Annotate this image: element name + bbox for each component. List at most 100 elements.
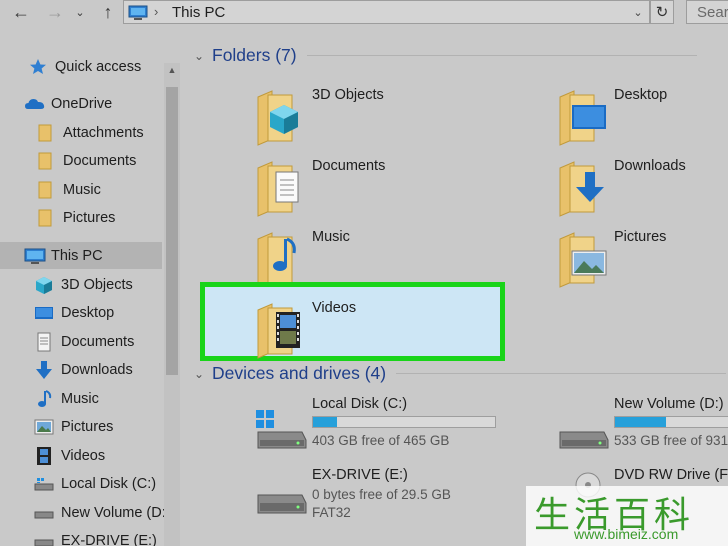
- group-divider: [306, 55, 697, 56]
- nav-label: Documents: [63, 152, 137, 169]
- nav-label: OneDrive: [51, 95, 113, 112]
- folder-music-icon: [256, 229, 308, 289]
- folder-label: Pictures: [614, 229, 667, 245]
- folders-group-header[interactable]: ⌄ Folders (7): [194, 45, 697, 66]
- folder-videos-icon: [256, 300, 308, 360]
- nav-label: Local Disk (C:): [61, 475, 157, 492]
- cloud-icon: [24, 94, 45, 114]
- folder-icon: [36, 208, 56, 228]
- up-button[interactable]: ↑: [95, 1, 121, 23]
- nav-onedrive[interactable]: OneDrive: [0, 90, 162, 117]
- address-field[interactable]: › This PC ⌄: [123, 0, 650, 24]
- nav-documents[interactable]: Documents: [0, 328, 162, 355]
- nav-label: EX-DRIVE (E:): [61, 532, 157, 546]
- folder-label: Downloads: [614, 158, 686, 174]
- videos-highlight-box[interactable]: [200, 282, 505, 361]
- nav-attachments[interactable]: Attachments: [0, 119, 162, 146]
- watermark: 生活百科 www.bimeiz.com: [526, 486, 728, 546]
- drive-usage-fill: [615, 417, 666, 427]
- nav-label: This PC: [51, 247, 103, 264]
- nav-label: Pictures: [61, 418, 114, 435]
- nav-onedrive-documents[interactable]: Documents: [0, 147, 162, 174]
- drives-group-title: Devices and drives (4): [212, 363, 387, 383]
- group-divider: [396, 373, 727, 374]
- search-input[interactable]: Search This PC: [686, 0, 728, 24]
- folder-label: Documents: [312, 158, 386, 174]
- nav-desktop[interactable]: Desktop: [0, 299, 162, 326]
- nav-quick-access[interactable]: Quick access: [0, 53, 162, 80]
- nav-label: Music: [63, 181, 101, 198]
- folder-icon: [36, 151, 56, 171]
- desktop-icon: [34, 303, 54, 323]
- star-icon: [28, 57, 48, 77]
- drive-icon: [34, 531, 54, 546]
- folders-group-title: Folders (7): [212, 45, 297, 65]
- breadcrumb-separator: ›: [154, 4, 159, 19]
- drive-label: Local Disk (C:): [312, 396, 408, 412]
- nav-label: Quick access: [55, 58, 142, 75]
- nav-new-volume-d[interactable]: New Volume (D:): [0, 499, 171, 526]
- nav-this-pc[interactable]: This PC: [0, 242, 162, 269]
- drives-group-header[interactable]: ⌄ Devices and drives (4): [194, 363, 727, 384]
- watermark-url: www.bimeiz.com: [574, 526, 679, 542]
- back-button[interactable]: ←: [8, 1, 34, 23]
- drive-label: DVD RW Drive (F:): [614, 467, 728, 483]
- folder-label: Videos: [312, 300, 357, 316]
- nav-local-disk-c[interactable]: Local Disk (C:): [0, 470, 162, 497]
- folder-icon: [36, 180, 56, 200]
- scroll-up-icon[interactable]: ▲: [165, 65, 179, 79]
- computer-icon: [24, 246, 46, 266]
- nav-onedrive-pictures[interactable]: Pictures: [0, 204, 162, 231]
- drive-label: New Volume (D:): [614, 396, 724, 412]
- nav-label: Music: [61, 390, 99, 407]
- folder-icon: [36, 123, 56, 143]
- address-dropdown-icon[interactable]: ⌄: [629, 4, 647, 20]
- windows-drive-icon: [256, 410, 308, 470]
- navigation-pane: Quick access OneDrive Attachments Docume…: [0, 25, 180, 546]
- download-icon: [34, 360, 54, 380]
- nav-label: Videos: [61, 447, 106, 464]
- cube-icon: [34, 275, 54, 295]
- computer-icon: [128, 5, 148, 26]
- address-bar-row: ← → ⌄ ↑ › This PC ⌄ ↻ Search This PC: [0, 0, 728, 25]
- drive-usage-fill: [313, 417, 338, 427]
- nav-onedrive-music[interactable]: Music: [0, 176, 162, 203]
- drive-free-space: 403 GB free of 465 GB: [312, 433, 450, 448]
- nav-label: Attachments: [63, 124, 144, 141]
- nav-label: Pictures: [63, 209, 116, 226]
- nav-label: New Volume (D:): [61, 504, 171, 521]
- nav-ex-drive-e[interactable]: EX-DRIVE (E:): [0, 527, 162, 546]
- nav-videos[interactable]: Videos: [0, 442, 162, 469]
- folder-label: Music: [312, 229, 350, 245]
- nav-downloads[interactable]: Downloads: [0, 356, 162, 383]
- picture-icon: [34, 417, 54, 437]
- folder-label: 3D Objects: [312, 87, 384, 103]
- drive-filesystem: FAT32: [312, 505, 351, 520]
- nav-label: Documents: [61, 333, 135, 350]
- breadcrumb-this-pc[interactable]: This PC: [172, 4, 225, 21]
- nav-label: Downloads: [61, 361, 133, 378]
- drive-usage-bar: [614, 416, 728, 428]
- folder-documents-icon: [256, 158, 308, 218]
- folder-desktop-icon: [558, 87, 610, 147]
- nav-scrollbar-thumb[interactable]: [166, 87, 178, 375]
- folder-label: Desktop: [614, 87, 668, 103]
- chevron-down-icon[interactable]: ⌄: [194, 367, 212, 381]
- drive-free-space: 0 bytes free of 29.5 GB: [312, 487, 451, 502]
- nav-3d-objects[interactable]: 3D Objects: [0, 271, 162, 298]
- folder-downloads-icon: [558, 158, 610, 218]
- nav-pictures[interactable]: Pictures: [0, 413, 162, 440]
- drive-label: EX-DRIVE (E:): [312, 467, 408, 483]
- windows-drive-icon: [34, 474, 54, 494]
- refresh-button[interactable]: ↻: [650, 0, 674, 24]
- chevron-down-icon[interactable]: ⌄: [194, 49, 212, 63]
- folder-3d-objects-icon: [256, 87, 308, 147]
- drive-usage-bar: [312, 416, 496, 428]
- nav-label: Desktop: [61, 304, 115, 321]
- forward-button[interactable]: →: [42, 1, 68, 23]
- music-note-icon: [34, 389, 54, 409]
- nav-music[interactable]: Music: [0, 385, 162, 412]
- nav-label: 3D Objects: [61, 276, 133, 293]
- folder-pictures-icon: [558, 229, 610, 289]
- recent-locations-button[interactable]: ⌄: [72, 1, 88, 23]
